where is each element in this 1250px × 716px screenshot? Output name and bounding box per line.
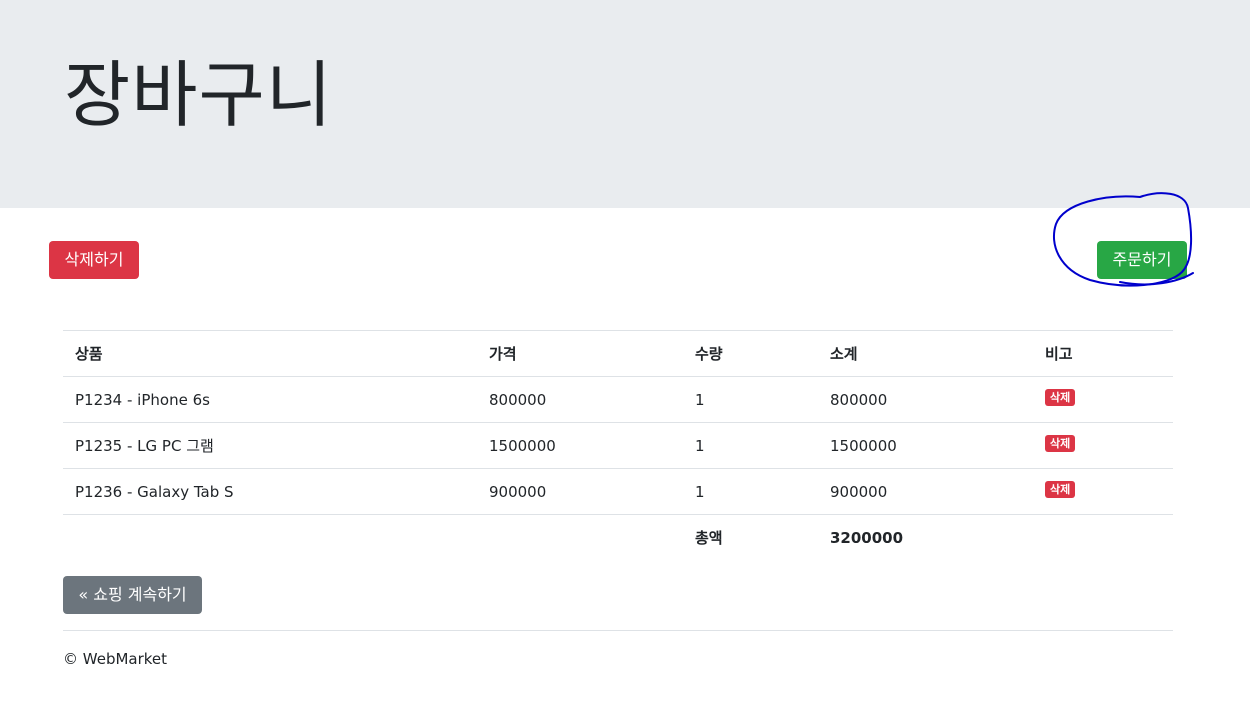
subtotal-cell: 1500000 — [818, 422, 1033, 469]
price-cell: 1500000 — [477, 422, 683, 469]
note-cell: 삭제 — [1033, 376, 1173, 423]
cart-table: 상품 가격 수량 소계 비고 P1234 - iPhone 6s 800000 … — [63, 330, 1173, 561]
jumbotron-header: 장바구니 — [0, 0, 1250, 208]
total-value: 3200000 — [818, 514, 1033, 561]
note-cell: 삭제 — [1033, 468, 1173, 515]
quantity-cell: 1 — [683, 422, 818, 469]
continue-shopping-button[interactable]: « 쇼핑 계속하기 — [63, 576, 202, 614]
page-title: 장바구니 — [64, 53, 333, 137]
product-cell: P1236 - Galaxy Tab S — [63, 468, 477, 515]
subtotal-cell: 900000 — [818, 468, 1033, 515]
total-label: 총액 — [683, 514, 818, 561]
column-header-price: 가격 — [477, 330, 683, 377]
table-row: P1236 - Galaxy Tab S 900000 1 900000 삭제 — [63, 468, 1173, 515]
total-row: 총액 3200000 — [63, 514, 1173, 561]
table-row: P1235 - LG PC 그램 1500000 1 1500000 삭제 — [63, 422, 1173, 469]
price-cell: 800000 — [477, 376, 683, 423]
quantity-cell: 1 — [683, 468, 818, 515]
column-header-quantity: 수량 — [683, 330, 818, 377]
table-row: P1234 - iPhone 6s 800000 1 800000 삭제 — [63, 376, 1173, 423]
column-header-note: 비고 — [1033, 330, 1173, 377]
footer-divider — [63, 630, 1173, 631]
column-header-product: 상품 — [63, 330, 477, 377]
order-button[interactable]: 주문하기 — [1097, 241, 1187, 279]
quantity-cell: 1 — [683, 376, 818, 423]
note-cell: 삭제 — [1033, 422, 1173, 469]
footer-copyright: © WebMarket — [63, 650, 168, 668]
product-cell: P1234 - iPhone 6s — [63, 376, 477, 423]
subtotal-cell: 800000 — [818, 376, 1033, 423]
remove-item-badge[interactable]: 삭제 — [1045, 481, 1076, 498]
remove-item-badge[interactable]: 삭제 — [1045, 389, 1076, 406]
delete-cart-button[interactable]: 삭제하기 — [49, 241, 139, 279]
price-cell: 900000 — [477, 468, 683, 515]
column-header-subtotal: 소계 — [818, 330, 1033, 377]
product-cell: P1235 - LG PC 그램 — [63, 422, 477, 469]
table-header-row: 상품 가격 수량 소계 비고 — [63, 330, 1173, 377]
remove-item-badge[interactable]: 삭제 — [1045, 435, 1076, 452]
